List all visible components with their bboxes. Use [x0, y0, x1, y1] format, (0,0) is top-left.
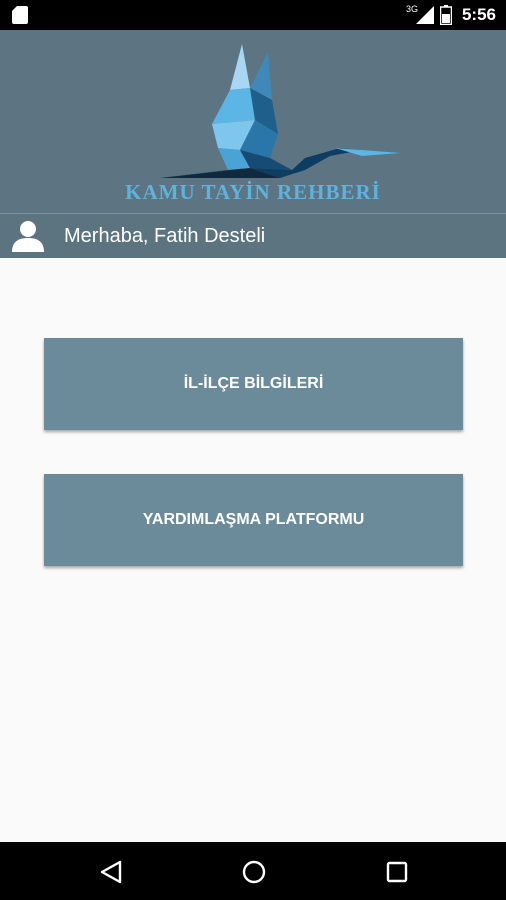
greeting-text: Merhaba, Fatih Desteli — [64, 225, 266, 247]
signal-icon — [415, 6, 434, 24]
yardimlasma-platformu-button[interactable]: YARDIMLAŞMA PLATFORMU — [44, 474, 463, 566]
logo-banner: KAMU TAYİN REHBERİ — [0, 30, 506, 214]
network-type: 3G — [405, 4, 418, 14]
system-nav-bar — [0, 842, 506, 900]
user-icon — [12, 221, 44, 252]
recent-square-icon[interactable] — [384, 859, 410, 885]
status-bar: 3G 5:56 — [0, 0, 506, 30]
app-logo-title: KAMU TAYİN REHBERİ — [125, 180, 381, 204]
battery-icon — [439, 5, 452, 25]
sd-card-icon — [12, 6, 28, 24]
il-ilce-bilgileri-button[interactable]: İL-İLÇE BİLGİLERİ — [44, 338, 463, 430]
back-triangle-icon[interactable] — [98, 859, 124, 885]
user-greeting-row: Merhaba, Fatih Desteli — [0, 214, 506, 258]
app-header: KAMU TAYİN REHBERİ Merhaba, Fatih Destel… — [0, 30, 506, 258]
crane-logo-icon — [160, 44, 400, 178]
status-indicators: 3G 5:56 — [406, 0, 496, 30]
home-circle-icon[interactable] — [241, 859, 267, 885]
clock: 5:56 — [461, 5, 496, 24]
